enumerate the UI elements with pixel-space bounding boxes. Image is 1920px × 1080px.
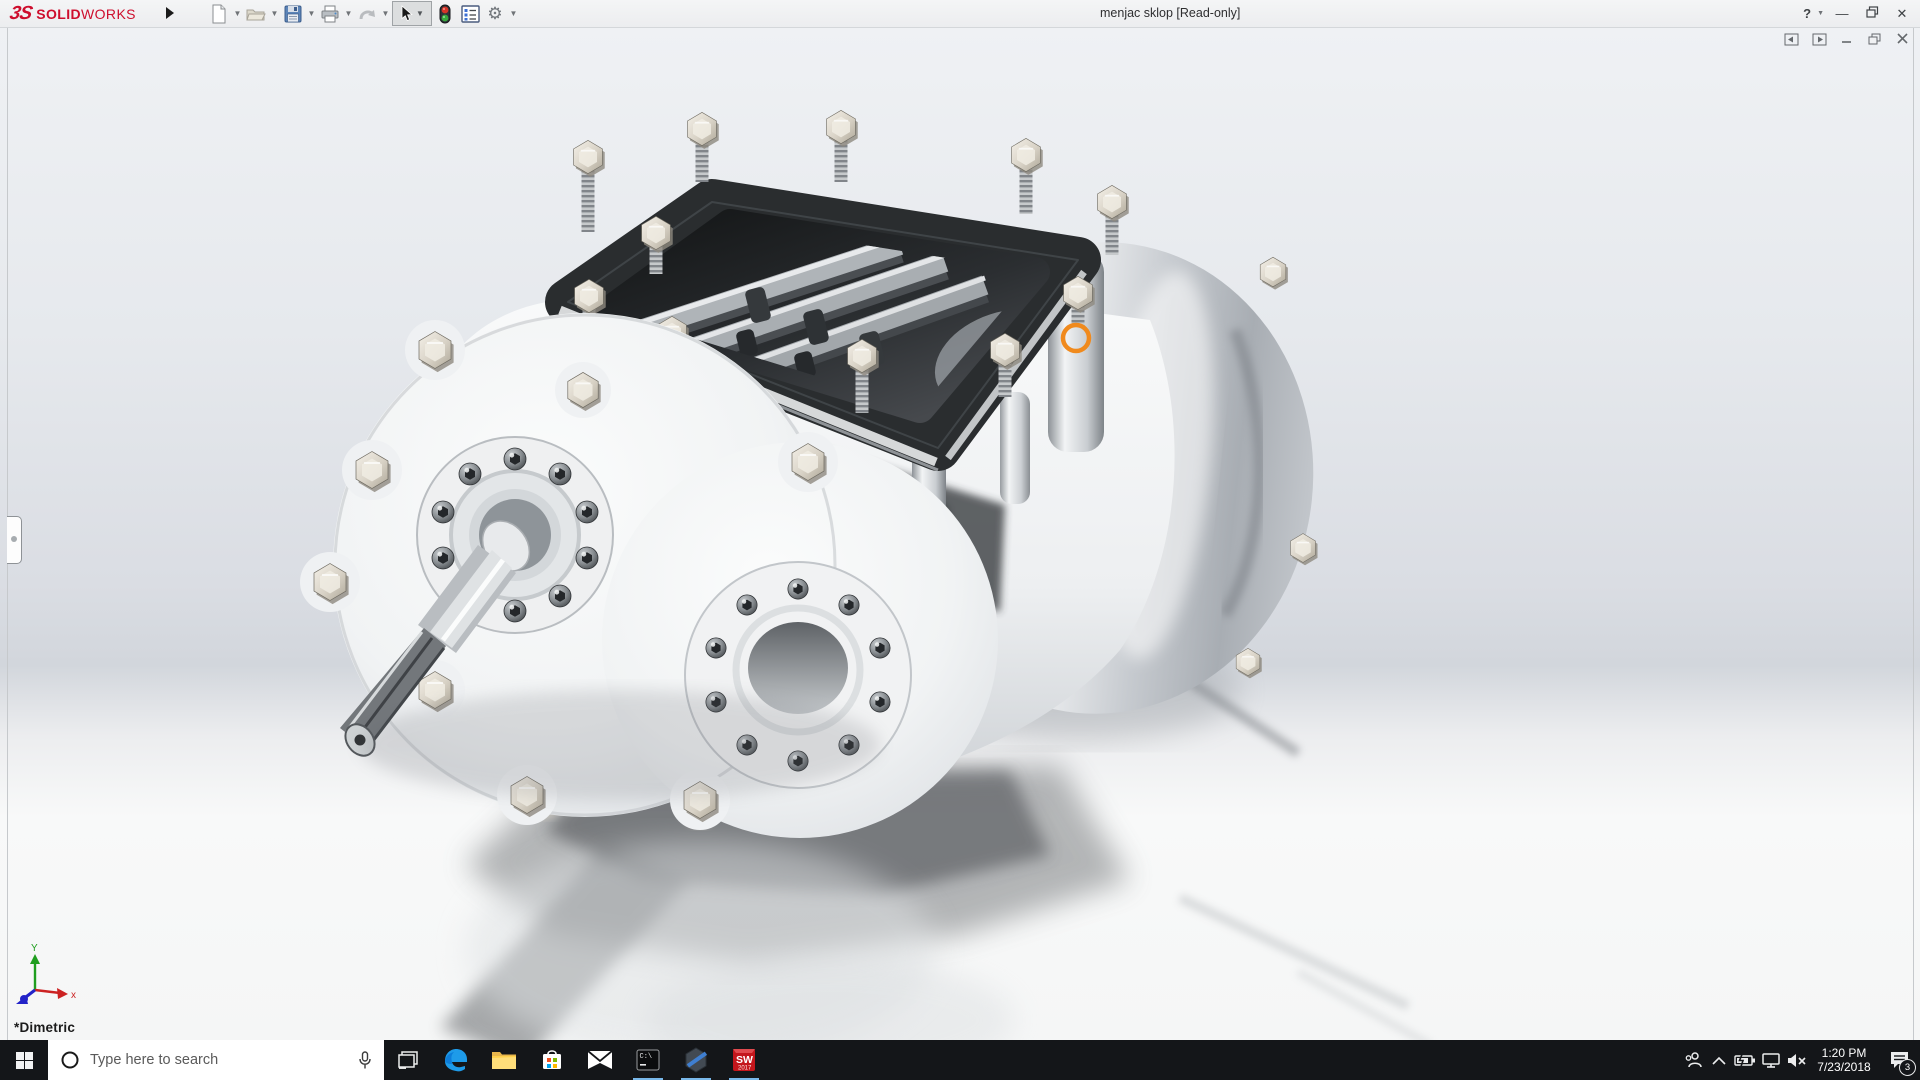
network-button[interactable]: [1758, 1040, 1784, 1080]
volume-button[interactable]: [1784, 1040, 1810, 1080]
people-button[interactable]: [1680, 1040, 1706, 1080]
sw-year: 2017: [738, 1066, 752, 1072]
cmd-label: C:\: [640, 1053, 653, 1061]
start-button[interactable]: [0, 1040, 48, 1080]
stud: [825, 109, 859, 182]
gearbox-model-render: Y x: [16, 109, 1434, 1080]
command-prompt-icon: C:\: [636, 1049, 660, 1071]
help-button[interactable]: ?: [1795, 6, 1819, 21]
stud: [572, 139, 606, 232]
task-view-icon: [398, 1051, 418, 1069]
system-tray: 1:20 PM 7/23/2018 3: [1680, 1040, 1920, 1080]
search-input[interactable]: [88, 1051, 358, 1069]
print-button[interactable]: [318, 2, 342, 26]
file-explorer-icon: [492, 1052, 516, 1069]
tray-time: 1:20 PM: [1821, 1046, 1867, 1060]
taskbar-search-box[interactable]: [48, 1040, 384, 1080]
new-document-button[interactable]: [207, 2, 231, 26]
triad-y-label: Y: [31, 943, 38, 954]
taskbar-mail[interactable]: [576, 1040, 624, 1080]
task-pane-button[interactable]: [458, 2, 482, 26]
window-right-border: [1913, 27, 1914, 1040]
close-button[interactable]: ✕: [1890, 6, 1914, 22]
microphone-icon[interactable]: [358, 1050, 372, 1070]
ds-logo-mark: 3S: [7, 2, 34, 24]
edge-icon: [445, 1049, 467, 1072]
options-caret[interactable]: ▼: [508, 2, 519, 26]
battery-button[interactable]: [1732, 1040, 1758, 1080]
window-controls: ? ▼ — ✕: [1795, 0, 1914, 27]
windows-logo-icon: [15, 1051, 33, 1069]
gear-icon: ⚙: [487, 3, 503, 23]
close-document-button[interactable]: [1894, 31, 1912, 47]
tray-date: 7/23/2018: [1817, 1060, 1871, 1074]
quick-access-toolbar: ▼ ▼ ▼ ▼ ▼ ▼ ⚙ ▼: [207, 1, 519, 26]
restore-button[interactable]: [1860, 6, 1884, 21]
contact-shadow: [360, 690, 880, 800]
undo-caret[interactable]: ▼: [380, 2, 391, 26]
people-icon: [1685, 1052, 1702, 1068]
save-button[interactable]: [281, 2, 305, 26]
help-caret[interactable]: ▼: [1817, 10, 1824, 17]
undo-button[interactable]: [355, 2, 379, 26]
print-icon: [321, 5, 339, 22]
taskbar-solidworks[interactable]: SW 2017: [720, 1040, 768, 1080]
document-window-controls: [1782, 31, 1912, 47]
sw-label: SW: [736, 1054, 753, 1066]
new-document-caret[interactable]: ▼: [232, 2, 243, 26]
stud: [1010, 137, 1044, 214]
chevron-up-icon: [1712, 1056, 1726, 1065]
solidworks-2017-icon: SW 2017: [733, 1049, 755, 1072]
notification-badge: 3: [1899, 1059, 1916, 1076]
stoplight-button[interactable]: [433, 2, 457, 26]
minimize-document-button[interactable]: [1838, 31, 1856, 47]
task-view-button[interactable]: [384, 1040, 432, 1080]
new-document-icon: [212, 4, 226, 23]
orientation-triad: Y x: [16, 943, 76, 1004]
network-icon: [1762, 1052, 1780, 1068]
open-document-button[interactable]: [244, 2, 268, 26]
hexagon-app-icon: [685, 1047, 708, 1073]
show-hidden-icons-button[interactable]: [1706, 1040, 1732, 1080]
action-center-button[interactable]: 3: [1878, 1040, 1920, 1080]
taskbar-hexagon-app[interactable]: [672, 1040, 720, 1080]
open-folder-icon: [246, 9, 266, 20]
solidworks-logo: 3S SOLID WORKS: [7, 2, 136, 24]
stoplight-icon: [439, 4, 451, 23]
view-orientation-label: *Dimetric: [14, 1020, 76, 1035]
minimize-button[interactable]: —: [1830, 6, 1854, 21]
triad-x-label: x: [71, 990, 76, 1001]
document-title: menjac sklop [Read-only]: [1100, 6, 1241, 20]
volume-muted-icon: [1788, 1053, 1806, 1067]
options-button[interactable]: ⚙: [483, 2, 507, 26]
windows-taskbar: C:\ SW 2017: [0, 1040, 1920, 1080]
stud: [686, 111, 720, 182]
clock[interactable]: 1:20 PM 7/23/2018: [1810, 1046, 1878, 1074]
taskbar-edge[interactable]: [432, 1040, 480, 1080]
taskbar-store[interactable]: [528, 1040, 576, 1080]
taskbar-command-prompt[interactable]: C:\: [624, 1040, 672, 1080]
undo-arrow-icon: [359, 9, 375, 19]
battery-icon: [1734, 1053, 1755, 1067]
title-bar: 3S SOLID WORKS ▼ ▼ ▼ ▼ ▼ ▼ ⚙ ▼ menjac sk…: [0, 0, 1920, 28]
select-arrow-icon: [401, 5, 413, 22]
restore-document-button[interactable]: [1866, 31, 1884, 47]
previous-pane-button[interactable]: [1782, 31, 1800, 47]
next-pane-button[interactable]: [1810, 31, 1828, 47]
print-caret[interactable]: ▼: [343, 2, 354, 26]
panel-tab-dot: [11, 536, 17, 542]
select-caret[interactable]: ▼: [416, 9, 424, 18]
cortana-icon: [61, 1051, 79, 1069]
taskbar-file-explorer[interactable]: [480, 1040, 528, 1080]
save-caret[interactable]: ▼: [306, 2, 317, 26]
save-floppy-icon: [284, 5, 302, 22]
open-document-caret[interactable]: ▼: [269, 2, 280, 26]
mail-icon: [587, 1050, 613, 1069]
menu-flyout-arrow[interactable]: [163, 4, 177, 22]
store-icon: [543, 1050, 561, 1069]
task-pane-icon: [460, 4, 480, 23]
select-tool-button[interactable]: ▼: [392, 1, 432, 26]
screen: Y x *Dimetric 3S SOLID WORKS ▼ ▼ ▼ ▼ ▼ ▼…: [0, 0, 1920, 1080]
feature-panel-collapsed-tab[interactable]: [7, 516, 22, 564]
